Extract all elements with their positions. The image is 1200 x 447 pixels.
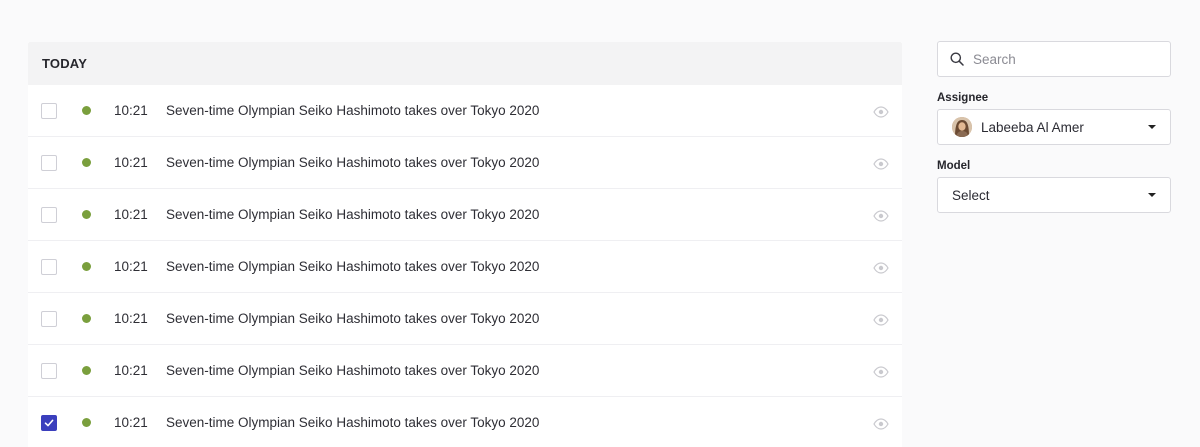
status-dot	[82, 366, 91, 375]
eye-icon[interactable]	[873, 105, 889, 118]
status-dot	[82, 106, 91, 115]
caret-down-icon	[1148, 125, 1156, 129]
row-title[interactable]: Seven-time Olympian Seiko Hashimoto take…	[166, 311, 539, 326]
row-checkbox[interactable]	[41, 310, 57, 327]
assignee-label: Assignee	[937, 92, 989, 104]
eye-icon[interactable]	[873, 417, 889, 430]
eye-icon[interactable]	[873, 157, 889, 170]
page: TODAY 10:21 Seven-time Olympian Seiko Has…	[0, 0, 1200, 447]
list-header: TODAY	[28, 42, 902, 85]
row-checkbox[interactable]	[41, 258, 57, 275]
status-dot	[82, 262, 91, 271]
caret-down-icon	[1148, 193, 1156, 197]
eye-icon[interactable]	[873, 313, 889, 326]
row-title[interactable]: Seven-time Olympian Seiko Hashimoto take…	[166, 155, 539, 170]
row-title[interactable]: Seven-time Olympian Seiko Hashimoto take…	[166, 259, 539, 274]
list-item[interactable]: 10:21 Seven-time Olympian Seiko Hashimoto…	[28, 397, 902, 447]
avatar	[952, 117, 972, 137]
row-time: 10:21	[114, 103, 148, 118]
row-title[interactable]: Seven-time Olympian Seiko Hashimoto take…	[166, 415, 539, 430]
row-title[interactable]: Seven-time Olympian Seiko Hashimoto take…	[166, 363, 539, 378]
row-time: 10:21	[114, 311, 148, 326]
list-item[interactable]: 10:21 Seven-time Olympian Seiko Hashimoto…	[28, 85, 902, 137]
row-title[interactable]: Seven-time Olympian Seiko Hashimoto take…	[166, 207, 539, 222]
eye-icon[interactable]	[873, 261, 889, 274]
row-checkbox[interactable]	[41, 414, 57, 431]
list-item[interactable]: 10:21 Seven-time Olympian Seiko Hashimoto…	[28, 137, 902, 189]
eye-icon[interactable]	[873, 365, 889, 378]
row-time: 10:21	[114, 363, 148, 378]
status-dot	[82, 314, 91, 323]
status-dot	[82, 158, 91, 167]
model-value: Select	[952, 187, 990, 203]
status-dot	[82, 418, 91, 427]
list-item[interactable]: 10:21 Seven-time Olympian Seiko Hashimoto…	[28, 241, 902, 293]
row-checkbox[interactable]	[41, 206, 57, 223]
eye-icon[interactable]	[873, 209, 889, 222]
assignee-value: Labeeba Al Amer	[981, 119, 1084, 135]
search-field[interactable]	[937, 41, 1171, 77]
status-dot	[82, 210, 91, 219]
row-time: 10:21	[114, 155, 148, 170]
check-icon	[44, 419, 54, 426]
list-header-label: TODAY	[42, 56, 88, 71]
row-checkbox[interactable]	[41, 362, 57, 379]
row-title[interactable]: Seven-time Olympian Seiko Hashimoto take…	[166, 103, 539, 118]
row-checkbox[interactable]	[41, 154, 57, 171]
search-icon	[950, 52, 964, 66]
row-checkbox[interactable]	[41, 102, 57, 119]
model-select[interactable]: Select	[937, 177, 1171, 213]
list-rows: 10:21 Seven-time Olympian Seiko Hashimoto…	[28, 85, 902, 447]
row-time: 10:21	[114, 207, 148, 222]
news-list: TODAY 10:21 Seven-time Olympian Seiko Has…	[28, 42, 902, 447]
model-label: Model	[937, 160, 971, 172]
list-item[interactable]: 10:21 Seven-time Olympian Seiko Hashimoto…	[28, 293, 902, 345]
row-time: 10:21	[114, 415, 148, 430]
assignee-select[interactable]: Labeeba Al Amer	[937, 109, 1171, 145]
row-time: 10:21	[114, 259, 148, 274]
search-input[interactable]	[971, 50, 1155, 68]
list-item[interactable]: 10:21 Seven-time Olympian Seiko Hashimoto…	[28, 189, 902, 241]
list-item[interactable]: 10:21 Seven-time Olympian Seiko Hashimoto…	[28, 345, 902, 397]
